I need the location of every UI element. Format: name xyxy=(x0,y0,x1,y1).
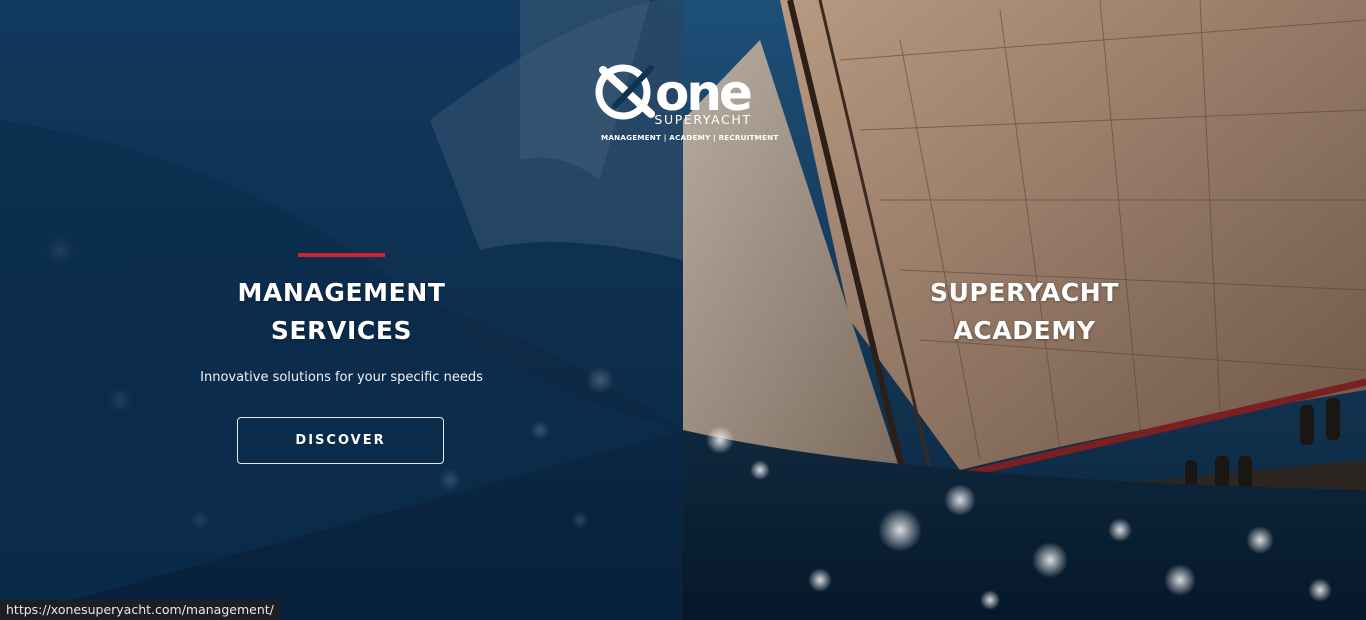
management-heading: MANAGEMENT SERVICES xyxy=(0,274,683,350)
management-panel[interactable]: MANAGEMENT SERVICES Innovative solutions… xyxy=(0,0,683,620)
heading-line-1: MANAGEMENT xyxy=(237,278,446,307)
discover-button[interactable]: DISCOVER xyxy=(237,417,444,464)
accent-bar xyxy=(298,253,385,257)
heading-line-2: ACADEMY xyxy=(953,316,1096,345)
brand-logo[interactable]: one SUPERYACHT MANAGEMENT | ACADEMY | RE… xyxy=(593,58,779,148)
management-subtitle: Innovative solutions for your specific n… xyxy=(200,370,483,385)
heading-line-1: SUPERYACHT xyxy=(930,278,1119,307)
academy-panel[interactable]: SUPERYACHT ACADEMY xyxy=(683,0,1366,620)
x-one-logo-icon: one xyxy=(595,64,754,120)
academy-heading: SUPERYACHT ACADEMY xyxy=(683,274,1366,350)
heading-line-2: SERVICES xyxy=(270,316,413,345)
brand-tagline: MANAGEMENT | ACADEMY | RECRUITMENT xyxy=(601,133,779,142)
status-bar-url: https://xonesuperyacht.com/management/ xyxy=(0,600,280,620)
